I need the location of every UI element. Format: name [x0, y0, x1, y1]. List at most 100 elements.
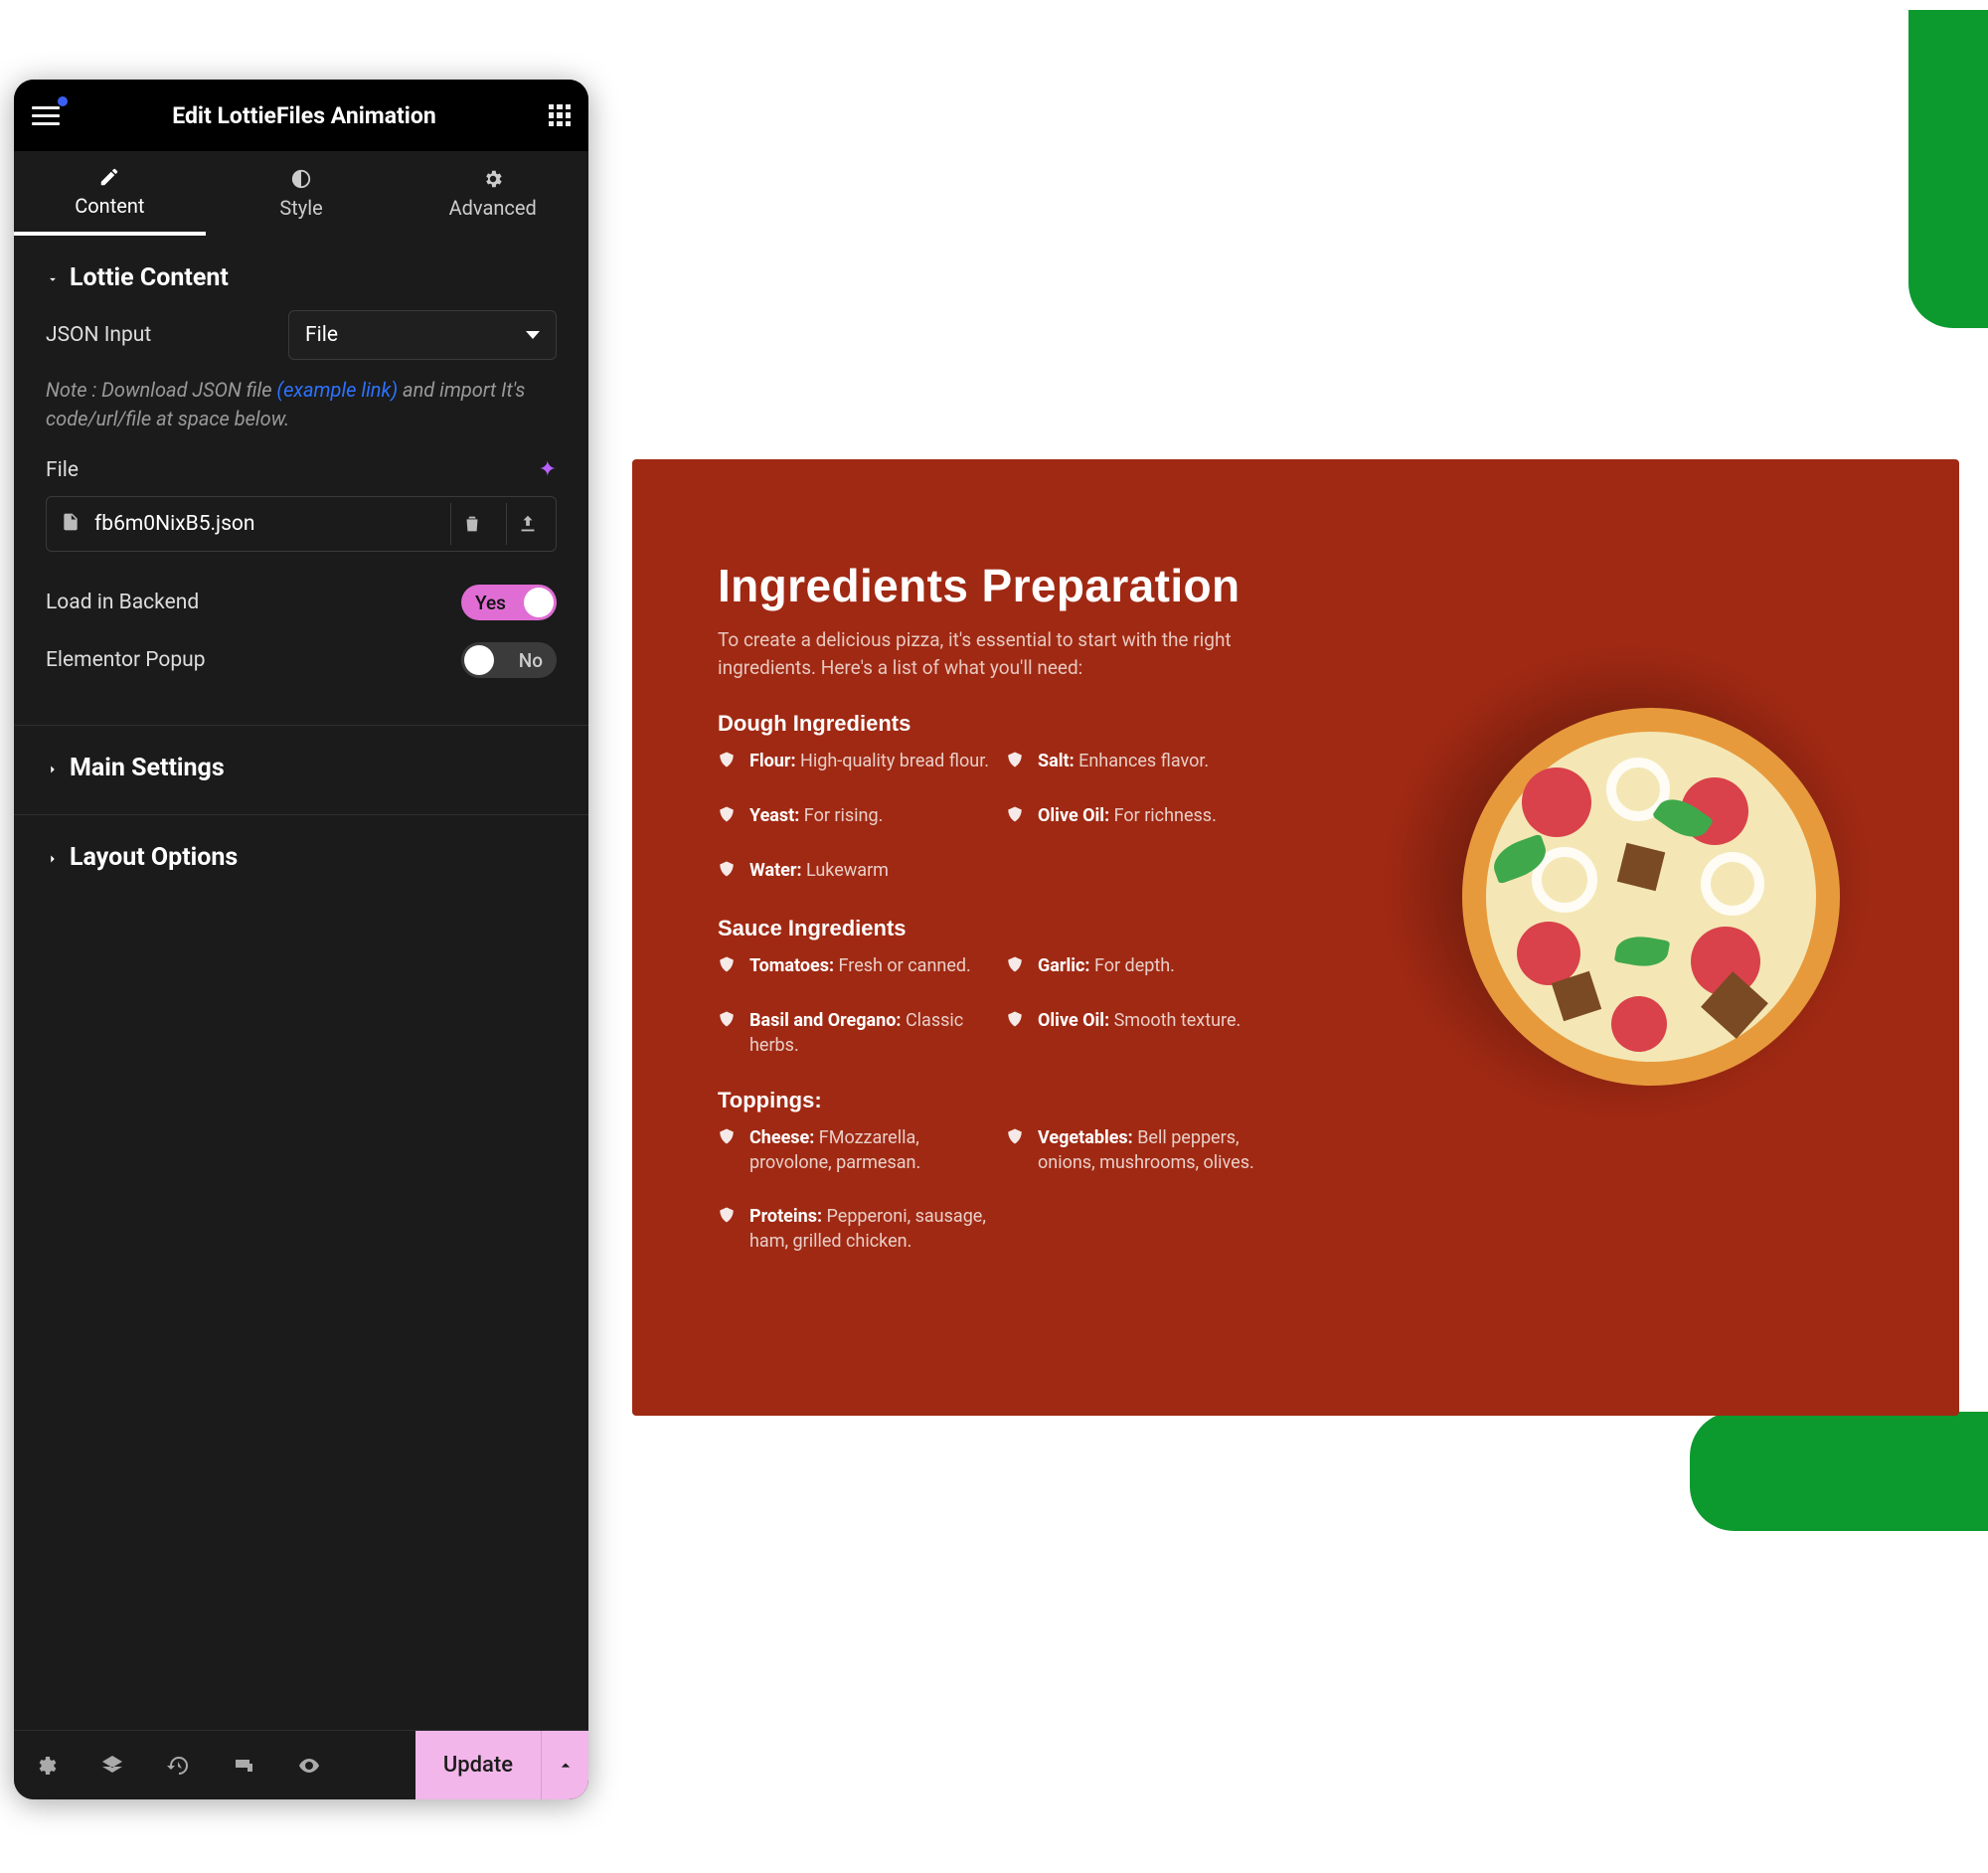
chevron-right-icon [46, 851, 60, 865]
item-value: For rising. [799, 805, 883, 826]
section-main-settings-toggle[interactable]: Main Settings [14, 726, 588, 796]
chevron-right-icon [46, 762, 60, 775]
pencil-icon [98, 166, 120, 188]
settings-button[interactable] [14, 1754, 80, 1778]
list-item: Olive Oil: Smooth texture. [1006, 1008, 1284, 1058]
item-key: Flour: [749, 751, 796, 771]
list-item: Water: Lukewarm [718, 858, 996, 885]
example-link[interactable]: (example link) [276, 378, 398, 402]
json-input-select[interactable]: File [288, 310, 557, 360]
chevron-down-icon [526, 331, 540, 339]
preview-subtitle: To create a delicious pizza, it's essent… [718, 626, 1244, 681]
section-lottie-content-toggle[interactable]: Lottie Content [14, 236, 588, 306]
item-key: Salt: [1038, 751, 1075, 771]
history-icon [166, 1754, 190, 1778]
chevron-down-icon [46, 271, 60, 285]
apps-icon[interactable] [549, 104, 571, 126]
chevron-up-icon [556, 1756, 576, 1776]
json-input-row: JSON Input File [46, 306, 557, 364]
pizza-slice-icon [718, 860, 738, 885]
list-item: Vegetables: Bell peppers, onions, mushro… [1006, 1125, 1284, 1175]
item-key: Olive Oil: [1038, 805, 1109, 826]
item-value: Fresh or canned. [834, 955, 971, 976]
panel-title: Edit LottieFiles Animation [172, 102, 436, 129]
item-key: Garlic: [1038, 955, 1089, 976]
select-value: File [305, 323, 338, 347]
panel-header: Edit LottieFiles Animation [14, 80, 588, 151]
pizza-slice-icon [1006, 1127, 1026, 1175]
pizza-slice-icon [1006, 955, 1026, 980]
upload-icon [517, 513, 539, 535]
load-backend-toggle[interactable]: Yes [461, 585, 557, 620]
item-key: Tomatoes: [749, 955, 834, 976]
section-layout-options-toggle[interactable]: Layout Options [14, 815, 588, 886]
pizza-slice-icon [718, 1010, 738, 1058]
pizza-slice-icon [718, 805, 738, 830]
section-title: Layout Options [70, 843, 238, 872]
item-value: Enhances flavor. [1075, 751, 1210, 771]
tab-style[interactable]: Style [206, 151, 398, 236]
contrast-icon [290, 168, 312, 190]
tab-label: Advanced [449, 196, 537, 220]
tab-label: Content [75, 194, 144, 218]
section-lottie-content-body: JSON Input File Note : Download JSON fil… [14, 306, 588, 707]
list-item: Proteins: Pepperoni, sausage, ham, grill… [718, 1204, 996, 1254]
layers-icon [100, 1754, 124, 1778]
sparkle-icon[interactable]: ✦ [539, 457, 557, 482]
file-label: File [46, 458, 79, 482]
document-icon [61, 510, 81, 538]
decoration-top [1908, 10, 1988, 328]
item-key: Yeast: [749, 805, 799, 826]
item-key: Water: [749, 860, 802, 881]
item-key: Cheese: [749, 1127, 814, 1148]
toggle-text: Yes [475, 592, 506, 614]
list-item: Yeast: For rising. [718, 803, 996, 830]
item-value: For richness. [1109, 805, 1217, 826]
load-backend-label: Load in Backend [46, 591, 461, 614]
pizza-slice-icon [1006, 1010, 1026, 1058]
eye-icon [297, 1754, 321, 1778]
toggle-text: No [519, 649, 543, 672]
pizza-slice-icon [718, 1206, 738, 1254]
list-item: Salt: Enhances flavor. [1006, 749, 1284, 775]
item-key: Vegetables: [1038, 1127, 1133, 1148]
tabs: Content Style Advanced [14, 151, 588, 236]
gear-icon [482, 168, 504, 190]
navigator-button[interactable] [80, 1754, 145, 1778]
tab-advanced[interactable]: Advanced [397, 151, 588, 236]
item-value: High-quality bread flour. [796, 751, 989, 771]
tab-label: Style [279, 196, 322, 220]
tab-content[interactable]: Content [14, 151, 206, 236]
upload-file-button[interactable] [506, 503, 548, 545]
delete-file-button[interactable] [450, 503, 492, 545]
update-button[interactable]: Update [415, 1731, 588, 1800]
menu-icon[interactable] [32, 106, 60, 125]
file-input[interactable]: fb6m0NixB5.json [46, 496, 557, 552]
responsive-button[interactable] [211, 1754, 276, 1778]
update-label: Update [415, 1753, 541, 1778]
elementor-popup-label: Elementor Popup [46, 648, 461, 672]
pizza-slice-icon [718, 955, 738, 980]
update-options-button[interactable] [541, 1731, 588, 1800]
gear-icon [35, 1754, 59, 1778]
item-value: Lukewarm [802, 860, 889, 881]
panel-footer: Update [14, 1730, 588, 1799]
item-key: Proteins: [749, 1206, 822, 1227]
list-item: Olive Oil: For richness. [1006, 803, 1284, 830]
list-item: Basil and Oregano: Classic herbs. [718, 1008, 996, 1058]
elementor-popup-toggle[interactable]: No [461, 642, 557, 678]
editor-panel: Edit LottieFiles Animation Content Style… [14, 80, 588, 1799]
preview-button[interactable] [276, 1754, 342, 1778]
list-item: Garlic: For depth. [1006, 953, 1284, 980]
item-key: Basil and Oregano: [749, 1010, 902, 1031]
pizza-slice-icon [718, 751, 738, 775]
list-item: Flour: High-quality bread flour. [718, 749, 996, 775]
pizza-illustration [1383, 628, 1919, 1165]
section-title: Lottie Content [70, 263, 229, 292]
item-value: Smooth texture. [1109, 1010, 1241, 1031]
history-button[interactable] [145, 1754, 211, 1778]
note-text: Note : Download JSON file (example link)… [46, 376, 557, 433]
trash-icon [461, 513, 483, 535]
json-input-label: JSON Input [46, 323, 288, 347]
item-key: Olive Oil: [1038, 1010, 1109, 1031]
